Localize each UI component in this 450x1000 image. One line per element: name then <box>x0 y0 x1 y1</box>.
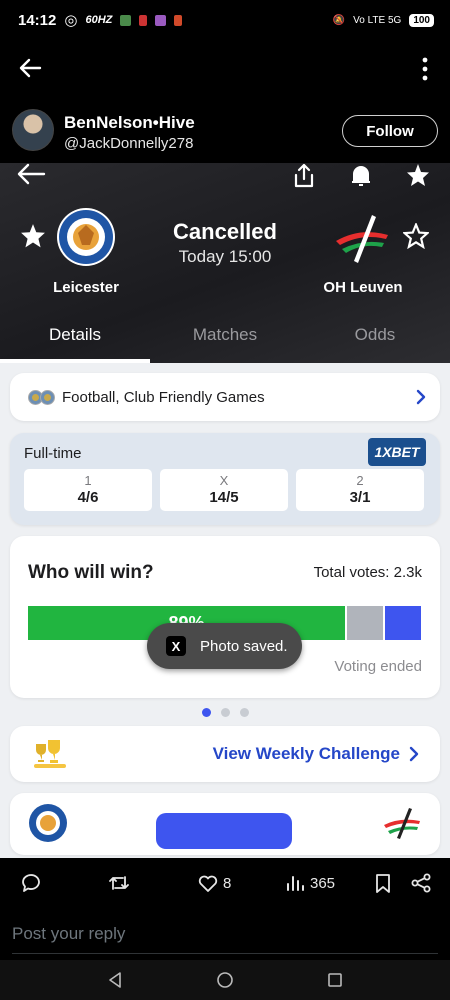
match-tabs: Details Matches Odds <box>0 315 450 363</box>
odds-option-home: 1 4/6 <box>24 469 152 511</box>
odds-label: Full-time <box>24 445 82 462</box>
oh-leuven-logo-icon <box>384 808 420 839</box>
x-logo-icon: X <box>166 636 186 656</box>
status-bar: 14:12 ◎ 60HZ 🔕 Vo LTE 5G 100 <box>0 0 450 40</box>
more-options-icon[interactable] <box>422 56 428 82</box>
competition-icon <box>28 389 55 405</box>
view-count: 365 <box>310 874 336 892</box>
share-icon <box>411 873 431 893</box>
share-icon <box>294 163 314 188</box>
odds-option-value: 14/5 <box>209 489 239 506</box>
nav-back-icon[interactable] <box>105 970 125 990</box>
voting-ended-label: Voting ended <box>334 658 422 675</box>
notification-icon-4 <box>174 14 183 26</box>
trophy-icon <box>34 740 66 768</box>
leicester-logo-icon <box>57 208 115 266</box>
odds-option-label: 1 <box>84 473 92 488</box>
repost-button[interactable] <box>108 872 130 894</box>
tab-matches: Matches <box>192 325 258 344</box>
weekly-challenge-link: View Weekly Challenge <box>213 744 420 764</box>
match-header: Leicester Cancelled Today 15:00 OH Leuve… <box>0 163 450 363</box>
tab-details: Details <box>0 315 150 363</box>
chevron-right-icon <box>409 746 419 762</box>
vote-question: Who will win? <box>28 562 154 583</box>
vote-card: Who will win? Total votes: 2.3k 89% Voti… <box>10 536 440 698</box>
notification-icon-2 <box>139 14 148 26</box>
chevron-right-icon <box>416 389 426 405</box>
mute-icon: 🔕 <box>332 14 346 26</box>
notification-icon-3 <box>155 14 167 26</box>
toast-label: Photo saved. <box>200 637 288 655</box>
match-back-arrow-icon <box>17 163 46 185</box>
app-notification-icon: ◎ <box>64 12 78 29</box>
odds-option-label: 2 <box>356 473 364 488</box>
carousel-dots <box>0 708 450 717</box>
away-favorite-star-icon <box>403 223 429 249</box>
views-icon <box>287 876 304 891</box>
heart-icon <box>198 875 218 892</box>
refresh-rate: 60HZ <box>85 14 113 26</box>
oh-leuven-logo-icon <box>336 215 388 263</box>
tab-odds: Odds <box>354 325 396 344</box>
post-actions: 8 365 <box>0 862 450 904</box>
status-right: 🔕 Vo LTE 5G 100 <box>332 13 434 27</box>
share-button[interactable] <box>410 872 432 894</box>
carousel-dot <box>220 708 230 717</box>
reply-icon <box>22 874 40 892</box>
odds-option-away: 2 3/1 <box>296 469 424 511</box>
odds-option-value: 3/1 <box>349 489 371 506</box>
like-count: 8 <box>223 874 232 892</box>
avatar[interactable] <box>12 109 54 151</box>
favorite-star-icon <box>407 164 429 186</box>
bookmark-button[interactable] <box>372 872 394 894</box>
notification-bell-icon <box>352 166 370 186</box>
compare-teams-card <box>10 793 440 855</box>
home-favorite-star-icon <box>21 224 45 248</box>
post-author: BenNelson•Hive @JackDonnelly278 Follow <box>0 105 450 163</box>
notification-icon-1 <box>120 14 132 26</box>
battery-icon: 100 <box>409 13 434 27</box>
system-nav-bar <box>0 960 450 1000</box>
reply-button[interactable] <box>20 872 42 894</box>
back-arrow-icon[interactable] <box>16 54 44 82</box>
nav-home-icon[interactable] <box>215 970 235 990</box>
top-bar <box>0 40 450 98</box>
reply-input[interactable]: Post your reply <box>12 920 438 954</box>
odds-card: Full-time 1XBET 1 4/6 X 14/5 2 3/1 <box>10 433 440 525</box>
match-status: Cancelled <box>173 219 277 244</box>
bookmark-icon <box>376 874 390 893</box>
odds-option-label: X <box>219 473 229 488</box>
toast: X Photo saved. <box>147 623 302 669</box>
author-name[interactable]: BenNelson•Hive <box>64 113 195 133</box>
odds-option-draw: X 14/5 <box>160 469 288 511</box>
post-image[interactable]: Leicester Cancelled Today 15:00 OH Leuve… <box>0 163 450 858</box>
kickoff-time: Today 15:00 <box>178 247 272 266</box>
network-indicator: Vo LTE 5G <box>353 14 402 26</box>
odds-option-value: 4/6 <box>77 489 99 506</box>
weekly-challenge-card: View Weekly Challenge <box>10 726 440 782</box>
home-team-name: Leicester <box>53 279 119 296</box>
nav-recents-icon[interactable] <box>325 970 345 990</box>
views-button[interactable]: 365 <box>284 872 335 894</box>
like-button[interactable]: 8 <box>197 872 231 894</box>
weekly-challenge-label: View Weekly Challenge <box>212 744 400 763</box>
vote-bar-draw <box>347 606 383 640</box>
competition-card: Football, Club Friendly Games <box>10 373 440 421</box>
bookmaker-logo: 1XBET <box>368 438 426 466</box>
carousel-dot <box>201 708 211 717</box>
competition-label: Football, Club Friendly Games <box>62 388 265 406</box>
leicester-logo-icon <box>29 804 67 842</box>
compare-button <box>156 813 292 849</box>
clock: 14:12 <box>18 11 57 29</box>
repost-icon <box>109 876 129 890</box>
vote-bar-away <box>385 606 421 640</box>
carousel-dot <box>239 708 249 717</box>
follow-button[interactable]: Follow <box>342 115 438 147</box>
total-votes: Total votes: 2.3k <box>313 564 422 581</box>
away-team-name: OH Leuven <box>323 279 403 296</box>
author-handle: @JackDonnelly278 <box>64 135 194 152</box>
